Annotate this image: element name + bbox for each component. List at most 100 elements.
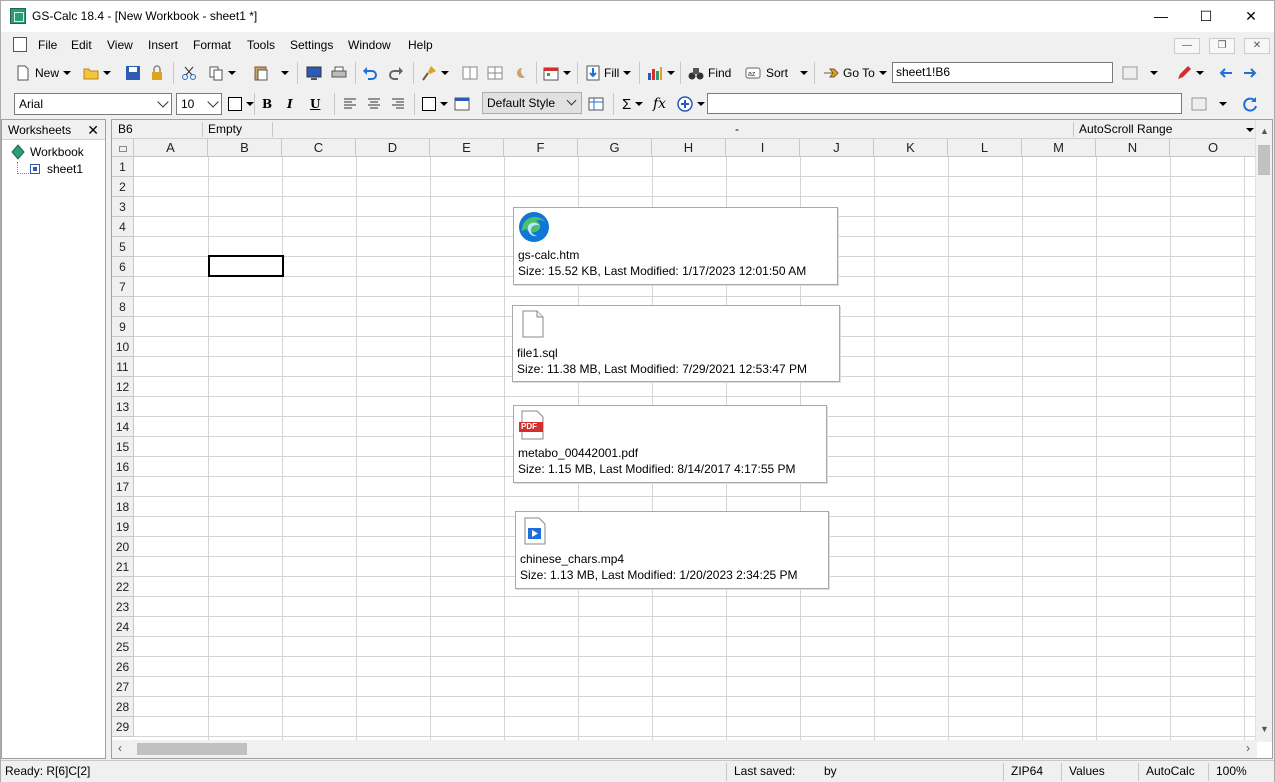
close-icon[interactable]: ✕	[87, 120, 99, 140]
clear-button[interactable]	[512, 62, 528, 84]
column-header-m[interactable]: M	[1022, 139, 1096, 157]
minimize-button[interactable]: —	[1138, 1, 1184, 32]
row-header-19[interactable]: 19	[112, 517, 134, 537]
sum-button[interactable]: Σ	[622, 93, 644, 115]
file-card-pdf[interactable]: PDF metabo_00442001.pdf Size: 1.15 MB, L…	[513, 405, 827, 483]
border-color-button[interactable]	[228, 93, 254, 115]
column-header-k[interactable]: K	[874, 139, 948, 157]
row-header-15[interactable]: 15	[112, 437, 134, 457]
column-header-b[interactable]: B	[208, 139, 282, 157]
tree-item-sheet1[interactable]: sheet1	[30, 162, 83, 176]
format-painter-button[interactable]	[421, 62, 449, 84]
scroll-right-icon[interactable]: ›	[1246, 741, 1250, 755]
copy-button[interactable]	[208, 62, 236, 84]
align-center-button[interactable]	[366, 93, 382, 115]
row-header-8[interactable]: 8	[112, 297, 134, 317]
row-header-25[interactable]: 25	[112, 637, 134, 657]
open-button[interactable]	[83, 62, 111, 84]
column-header-a[interactable]: A	[134, 139, 208, 157]
horizontal-scroll-thumb[interactable]	[137, 743, 247, 755]
new-button[interactable]: New	[15, 62, 72, 84]
insert-function-button[interactable]	[677, 93, 705, 115]
file-card-file1-sql[interactable]: file1.sql Size: 11.38 MB, Last Modified:…	[512, 305, 840, 382]
row-header-9[interactable]: 9	[112, 317, 134, 337]
align-left-button[interactable]	[342, 93, 358, 115]
row-header-4[interactable]: 4	[112, 217, 134, 237]
column-header-l[interactable]: L	[948, 139, 1022, 157]
row-header-26[interactable]: 26	[112, 657, 134, 677]
menu-settings[interactable]: Settings	[290, 38, 333, 52]
back-button[interactable]	[1218, 62, 1234, 84]
goto-confirm-button[interactable]	[1122, 62, 1158, 84]
row-header-3[interactable]: 3	[112, 197, 134, 217]
row-header-29[interactable]: 29	[112, 717, 134, 737]
lock-button[interactable]	[149, 62, 165, 84]
formula-confirm-button[interactable]	[1191, 93, 1227, 115]
goto-address-input[interactable]: sheet1!B6	[892, 62, 1113, 83]
chart-button[interactable]	[647, 62, 675, 84]
formula-input[interactable]	[707, 93, 1182, 114]
undo-button[interactable]	[362, 62, 378, 84]
column-header-g[interactable]: G	[578, 139, 652, 157]
spreadsheet-grid[interactable]: B6 Empty - AutoScroll Range A B C D E F …	[111, 119, 1273, 759]
merge-cells-button[interactable]	[462, 62, 478, 84]
file-card-gs-calc[interactable]: gs-calc.htm Size: 15.52 KB, Last Modifie…	[513, 207, 838, 285]
menu-help[interactable]: Help	[408, 38, 433, 52]
row-header-6[interactable]: 6	[112, 257, 134, 277]
column-header-i[interactable]: I	[726, 139, 800, 157]
fill-button[interactable]: Fill	[585, 62, 632, 84]
maximize-button[interactable]: ☐	[1183, 1, 1229, 32]
file-card-mp4[interactable]: chinese_chars.mp4 Size: 1.13 MB, Last Mo…	[515, 511, 829, 589]
column-header-f[interactable]: F	[504, 139, 578, 157]
autoscroll-range-select[interactable]: AutoScroll Range	[1079, 120, 1172, 138]
scroll-down-icon[interactable]: ▼	[1260, 724, 1269, 734]
menu-insert[interactable]: Insert	[148, 38, 178, 52]
row-header-7[interactable]: 7	[112, 277, 134, 297]
column-header-h[interactable]: H	[652, 139, 726, 157]
function-button[interactable]: fx	[653, 93, 666, 115]
row-header-13[interactable]: 13	[112, 397, 134, 417]
bold-button[interactable]: B	[262, 93, 272, 115]
font-size-select[interactable]: 10	[176, 93, 222, 115]
menu-edit[interactable]: Edit	[71, 38, 92, 52]
vertical-scrollbar[interactable]: ▲ ▼	[1255, 120, 1272, 742]
menu-view[interactable]: View	[107, 38, 133, 52]
column-header-n[interactable]: N	[1096, 139, 1170, 157]
mdi-close-button[interactable]: ✕	[1244, 38, 1270, 54]
find-button[interactable]: Find	[688, 62, 731, 84]
column-header-e[interactable]: E	[430, 139, 504, 157]
close-button[interactable]: ✕	[1228, 1, 1274, 32]
row-header-11[interactable]: 11	[112, 357, 134, 377]
save-button[interactable]	[125, 62, 141, 84]
print-button[interactable]	[331, 62, 347, 84]
row-header-12[interactable]: 12	[112, 377, 134, 397]
menu-tools[interactable]: Tools	[247, 38, 275, 52]
print-preview-button[interactable]	[306, 62, 322, 84]
row-header-14[interactable]: 14	[112, 417, 134, 437]
column-header-j[interactable]: J	[800, 139, 874, 157]
tree-item-workbook[interactable]: Workbook	[10, 144, 84, 160]
forward-button[interactable]	[1242, 62, 1258, 84]
row-header-28[interactable]: 28	[112, 697, 134, 717]
row-header-2[interactable]: 2	[112, 177, 134, 197]
split-cells-button[interactable]	[487, 62, 503, 84]
row-header-17[interactable]: 17	[112, 477, 134, 497]
cell-style-select[interactable]: Default Style	[482, 92, 582, 114]
column-header-o[interactable]: O	[1170, 139, 1257, 157]
row-header-24[interactable]: 24	[112, 617, 134, 637]
horizontal-scrollbar[interactable]: ‹ ›	[112, 740, 1257, 758]
align-right-button[interactable]	[390, 93, 406, 115]
row-header-18[interactable]: 18	[112, 497, 134, 517]
cut-button[interactable]	[181, 62, 197, 84]
scroll-left-icon[interactable]: ‹	[118, 741, 122, 755]
vertical-scroll-thumb[interactable]	[1258, 145, 1270, 175]
row-header-27[interactable]: 27	[112, 677, 134, 697]
font-name-select[interactable]: Arial	[14, 93, 172, 115]
row-header-21[interactable]: 21	[112, 557, 134, 577]
row-header-22[interactable]: 22	[112, 577, 134, 597]
underline-button[interactable]: U	[310, 93, 320, 115]
active-cell-b6[interactable]	[208, 255, 284, 277]
row-header-10[interactable]: 10	[112, 337, 134, 357]
document-icon[interactable]	[13, 37, 27, 52]
row-header-1[interactable]: 1	[112, 157, 134, 177]
